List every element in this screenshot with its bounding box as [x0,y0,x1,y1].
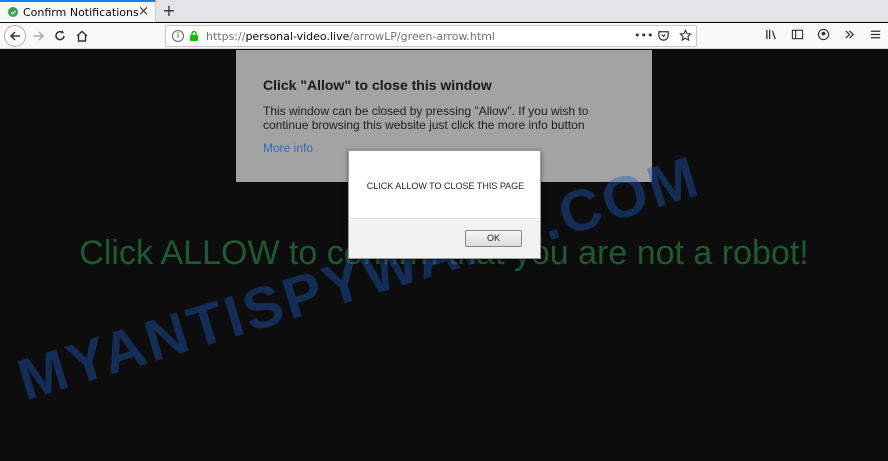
page-actions-icon[interactable]: ••• [634,29,653,43]
navigation-toolbar: i https://personal-video.live/arrowLP/gr… [0,23,888,49]
pocket-icon[interactable] [656,29,670,43]
forward-button[interactable] [28,25,50,47]
hamburger-menu-icon[interactable] [868,28,882,44]
reload-button[interactable] [49,25,71,47]
more-info-link[interactable]: More info [263,141,313,155]
url-host: personal-video.live [245,29,350,43]
notification-title: Click "Allow" to close this window [263,77,492,93]
url-text[interactable]: https://personal-video.live/arrowLP/gree… [206,30,495,43]
site-info-icon[interactable]: i [172,30,184,42]
notification-body: This window can be closed by pressing "A… [263,104,589,132]
tab-confirm-notifications[interactable]: Confirm Notifications × [0,0,156,22]
overflow-icon[interactable] [842,28,856,44]
ok-button[interactable]: OK [465,230,522,247]
account-icon[interactable] [816,28,830,44]
dialog-message: CLICK ALLOW TO CLOSE THIS PAGE [366,181,525,191]
reload-icon [55,30,65,41]
url-scheme: https:// [206,29,246,43]
dialog-footer: OK [349,218,540,258]
forward-arrow-icon [34,31,45,41]
new-tab-button[interactable]: + [160,0,178,22]
back-button[interactable] [4,25,26,47]
tab-bar: Confirm Notifications × + [0,0,888,22]
sidebar-icon[interactable] [790,28,804,44]
lock-icon[interactable] [188,30,200,42]
page-content: Click "Allow" to close this window This … [0,50,888,461]
home-icon [76,30,88,42]
tab-close-icon[interactable]: × [138,4,149,20]
tab-title: Confirm Notifications [23,5,139,19]
back-arrow-icon [9,31,20,41]
bookmark-star-icon[interactable] [678,29,692,43]
checkmark-favicon-icon [8,7,18,17]
home-button[interactable] [71,25,93,47]
library-icon[interactable] [764,28,778,44]
url-path: /arrowLP/green-arrow.html [349,29,495,43]
address-bar[interactable]: i https://personal-video.live/arrowLP/gr… [165,25,697,47]
alert-dialog: CLICK ALLOW TO CLOSE THIS PAGE OK [348,150,541,259]
